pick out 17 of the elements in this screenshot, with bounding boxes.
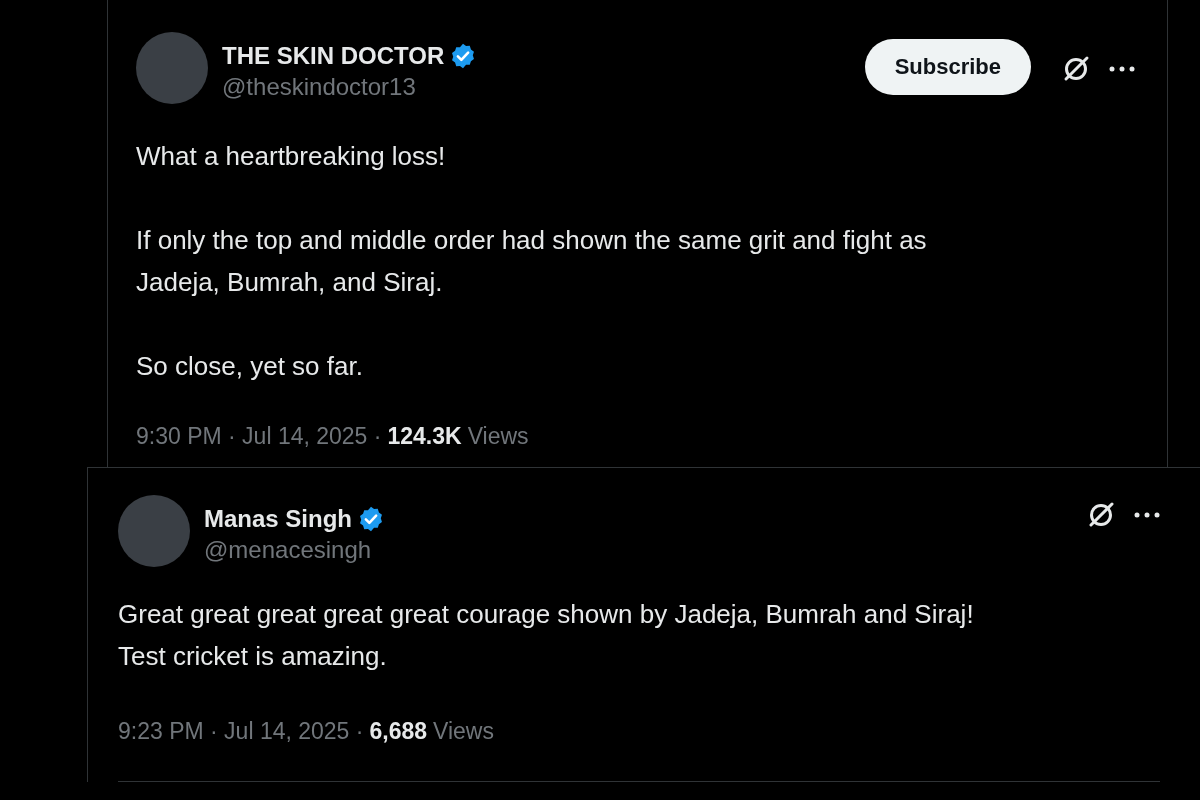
tweet-text: If only the top and middle order had shown the same grit and fight as Jadeja, Bumrah, and Siraj. [136, 224, 928, 299]
subscribe-button[interactable]: Subscribe [864, 39, 1031, 95]
author-name[interactable]: THE SKIN DOCTOR [222, 41, 445, 71]
views-count: 6,688 [369, 717, 428, 746]
views-count: 124.3K [387, 422, 462, 451]
tweet-text: So close, yet so far. [136, 350, 364, 383]
views-label: Views [433, 717, 494, 746]
tweet-text: Great great great great great courage shown by Jadeja, Bumrah and Siraj! Test cricket is amazing. [118, 598, 975, 673]
more-icon[interactable] [1109, 65, 1135, 72]
author-name[interactable]: Manas Singh [204, 504, 353, 534]
timestamp[interactable]: 9:23 PM · Jul 14, 2025 · [118, 716, 364, 746]
timestamp[interactable]: 9:30 PM · Jul 14, 2025 · [136, 421, 382, 451]
more-icon[interactable] [1134, 512, 1160, 518]
author-handle[interactable]: @menacesingh [204, 534, 386, 566]
views-label: Views [467, 422, 529, 451]
tweet-text: What a heartbreaking loss! [136, 140, 447, 173]
author-handle[interactable]: @theskindoctor13 [222, 71, 478, 103]
